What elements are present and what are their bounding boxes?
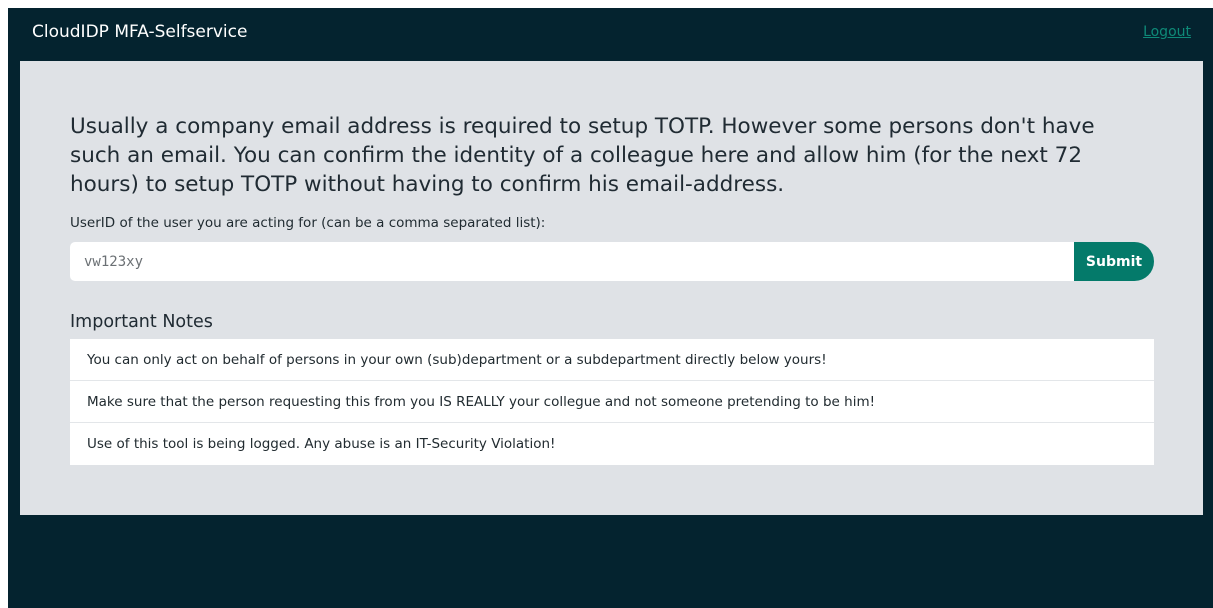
note-item: Make sure that the person requesting thi… bbox=[70, 381, 1154, 423]
important-notes-list: You can only act on behalf of persons in… bbox=[70, 339, 1154, 465]
app-frame: CloudIDP MFA-Selfservice Logout Usually … bbox=[8, 8, 1213, 608]
userid-field-label: UserID of the user you are acting for (c… bbox=[70, 215, 546, 231]
note-item: Use of this tool is being logged. Any ab… bbox=[87, 436, 556, 452]
app-title: CloudIDP MFA-Selfservice bbox=[32, 22, 248, 42]
top-navbar: CloudIDP MFA-Selfservice Logout bbox=[8, 8, 1213, 60]
intro-text: Usually a company email address is requi… bbox=[70, 114, 1095, 197]
important-notes-heading: Important Notes bbox=[70, 312, 213, 332]
logout-link[interactable]: Logout bbox=[1143, 23, 1191, 41]
main-panel: Usually a company email address is requi… bbox=[20, 61, 1203, 515]
userid-input[interactable] bbox=[70, 242, 1074, 281]
note-item: You can only act on behalf of persons in… bbox=[70, 339, 1154, 381]
submit-button[interactable]: Submit bbox=[1074, 242, 1154, 281]
userid-input-group: Submit bbox=[70, 242, 1154, 281]
